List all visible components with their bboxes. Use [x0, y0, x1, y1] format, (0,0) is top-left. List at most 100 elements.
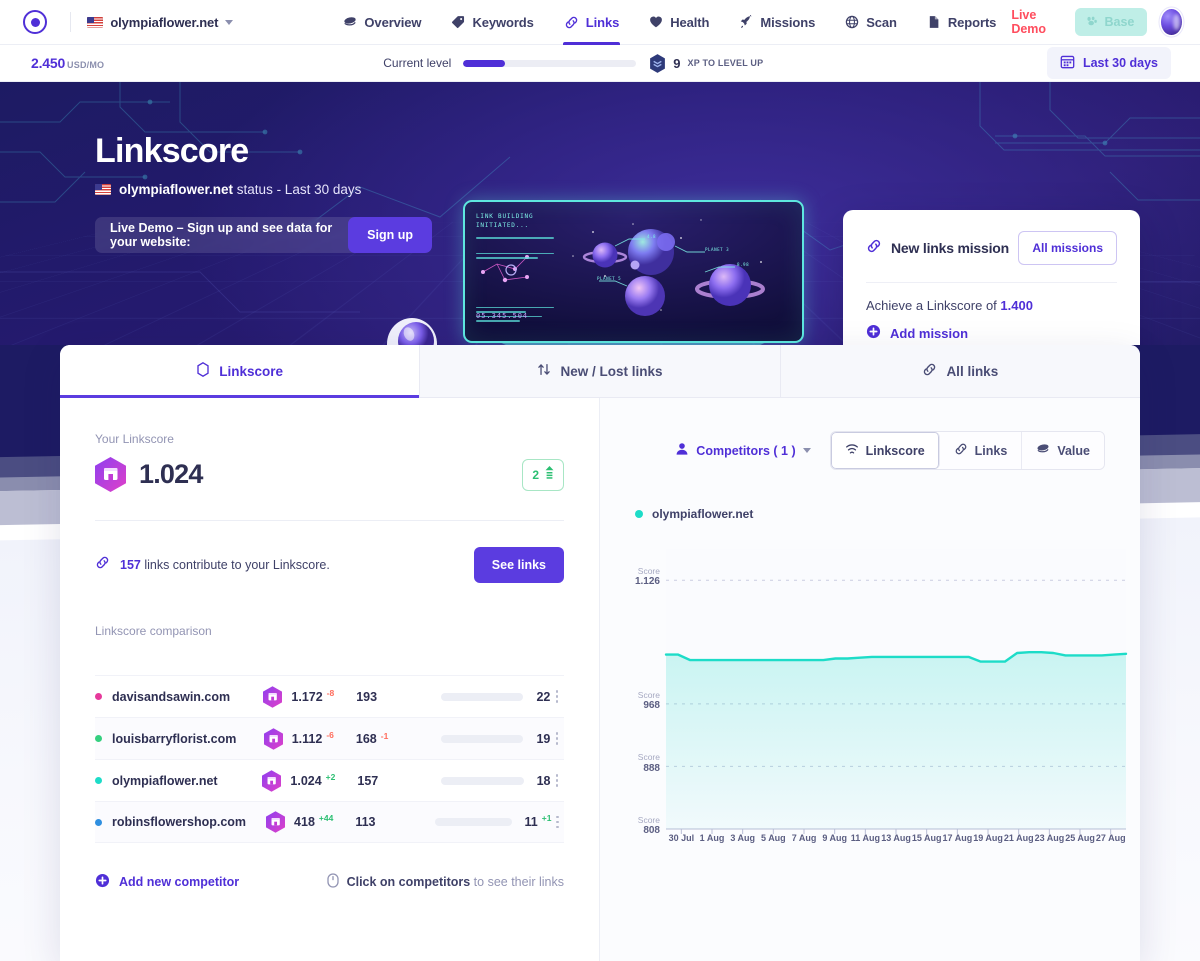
segment-label: Links [974, 443, 1008, 458]
demo-bar-text: Live Demo – Sign up and see data for you… [110, 221, 333, 249]
nav-item-label: Missions [760, 14, 816, 30]
page-title: Linkscore [95, 132, 249, 170]
hint-bold: Click on competitors [346, 875, 471, 889]
linkscore-value: 1.024 [139, 459, 203, 489]
hero-subtitle-rest: status - Last 30 days [236, 182, 362, 197]
signup-button[interactable]: Sign up [348, 217, 432, 253]
mission-goal-value: 1.400 [1000, 298, 1033, 313]
us-flag-icon [87, 16, 104, 28]
divider [95, 520, 564, 521]
table-row[interactable]: louisbarryflorist.com 1.112 -6 168 -1 19 [95, 717, 564, 759]
row-menu-button[interactable] [550, 774, 564, 787]
nav-item-label: Keywords [472, 14, 534, 30]
tab-new-lost-links[interactable]: New / Lost links [420, 345, 781, 397]
calendar-icon [1060, 54, 1075, 72]
competitor-table-footer: Add new competitor Click on competitors … [95, 873, 564, 891]
nav-item-missions[interactable]: Missions [724, 0, 830, 45]
row-menu-button[interactable] [551, 815, 564, 829]
mission-header: New links mission All missions [866, 231, 1117, 265]
status-sub-bar: 2.450 USD/MO Current level 9 XP TO LEVEL … [0, 45, 1200, 82]
nav-item-label: Health [670, 14, 710, 30]
comparison-title: Linkscore comparison [95, 624, 212, 638]
holo-line2: INITIATED... [476, 222, 529, 229]
astronaut-illustration [387, 318, 437, 345]
see-links-button[interactable]: See links [473, 547, 564, 583]
nav-item-overview[interactable]: Overview [328, 0, 436, 45]
tag-icon [451, 15, 465, 29]
add-competitor-button[interactable]: Add new competitor [95, 873, 239, 891]
value-bar-track [441, 776, 524, 785]
linkscore-summary-column: Your Linkscore 1.024 2 157 links contrib… [60, 398, 600, 961]
row-menu-button[interactable] [550, 690, 564, 703]
add-mission-button[interactable]: Add mission [866, 324, 1117, 342]
competitor-table: davisandsawin.com 1.172 -8 193 22 louisbarryf… [95, 675, 564, 843]
score-delta: -6 [326, 729, 334, 740]
site-selector[interactable]: olympiaflower.net [71, 14, 234, 30]
competitor-value: 22 [536, 689, 551, 704]
hologram-screen-illustration: 4.8 PLANET 3 PLANET 5 8.98 LINK BUILDING I… [463, 200, 804, 343]
links-delta: -1 [380, 730, 389, 741]
competitor-color-dot [95, 818, 102, 826]
site-selector-label: olympiaflower.net [110, 14, 219, 30]
nav-right-group: Live Demo Base [1011, 8, 1200, 36]
segment-value[interactable]: Value [1022, 432, 1104, 469]
tab-linkscore[interactable]: Linkscore [60, 345, 421, 398]
nav-item-reports[interactable]: Reports [912, 0, 1011, 45]
competitor-links: 157 [357, 773, 379, 788]
app-root: olympiaflower.net Overview Keywords Link… [0, 0, 1200, 961]
legend-color-dot [635, 510, 643, 518]
competitors-selector[interactable]: Competitors ( 1 ) [675, 442, 811, 459]
nav-item-keywords[interactable]: Keywords [436, 0, 548, 45]
linkscore-badge-icon [95, 457, 126, 492]
competitor-value: 11 [524, 815, 538, 829]
chart-x-tick: 13 Aug [881, 833, 911, 843]
holo-line1: LINK BUILDING [476, 213, 534, 220]
table-row[interactable]: robinsflowershop.com 418 +44 113 11 +1 [95, 801, 564, 843]
segment-label: Linkscore [865, 443, 925, 458]
nav-item-health[interactable]: Health [634, 0, 724, 45]
chart-toolbar: Competitors ( 1 ) Linkscore Links Value [600, 431, 1140, 470]
nav-item-label: Scan [866, 14, 897, 30]
table-row[interactable]: davisandsawin.com 1.172 -8 193 22 [95, 675, 564, 717]
app-logo[interactable] [0, 10, 70, 34]
y-tick-key: Score [637, 689, 660, 700]
plus-circle-icon [866, 324, 881, 342]
metric-segmented-control: Linkscore Links Value [829, 431, 1105, 470]
links-contribute-text: 157 links contribute to your Linkscore. [120, 558, 330, 572]
competitor-value: 18 [536, 773, 551, 788]
date-range-selector[interactable]: Last 30 days [1046, 47, 1171, 79]
segment-links[interactable]: Links [939, 432, 1023, 469]
table-row[interactable]: olympiaflower.net 1.024 +2 157 18 [95, 759, 564, 801]
chart-y-tick: Score 888 [626, 752, 660, 773]
base-plan-button[interactable]: Base [1075, 8, 1148, 36]
layers-icon [1036, 442, 1050, 459]
rank-up-icon [545, 465, 554, 484]
row-menu-button[interactable] [550, 732, 564, 745]
nav-item-links[interactable]: Links [549, 0, 634, 45]
nav-item-scan[interactable]: Scan [830, 0, 912, 45]
chart-x-tick: 21 Aug [1003, 833, 1034, 843]
all-missions-button[interactable]: All missions [1018, 231, 1117, 265]
tab-label: New / Lost links [560, 363, 663, 379]
live-demo-link[interactable]: Live Demo [1011, 8, 1061, 36]
linkscore-chart: Score 1.126 Score 968 Score 888 Score 808 30 Ju… [600, 539, 1140, 869]
svg-text:PLANET 3: PLANET 3 [705, 247, 729, 252]
y-tick-key: Score [637, 566, 660, 577]
tab-all-links[interactable]: All links [780, 345, 1140, 397]
hexagon-badge-icon [649, 53, 666, 73]
holo-counter: 05.345.504 [476, 312, 529, 320]
hero-banner: Linkscore olympiaflower.net status - Las… [0, 82, 1200, 345]
competitor-name: davisandsawin.com [112, 689, 231, 704]
svg-text:PLANET 5: PLANET 5 [597, 276, 621, 281]
competitors-label: Competitors ( 1 ) [696, 443, 796, 458]
avatar[interactable] [1161, 9, 1182, 35]
y-tick-value: 1.126 [634, 576, 660, 588]
competitor-color-dot [95, 735, 102, 742]
chart-x-tick: 11 Aug [850, 833, 880, 843]
signal-icon [845, 442, 859, 459]
legend-label: olympiaflower.net [652, 507, 754, 521]
rank-value: 2 [532, 467, 539, 482]
svg-text:4.8: 4.8 [647, 234, 656, 239]
segment-linkscore[interactable]: Linkscore [830, 432, 940, 469]
hero-subtitle-site: olympiaflower.net [119, 182, 234, 197]
